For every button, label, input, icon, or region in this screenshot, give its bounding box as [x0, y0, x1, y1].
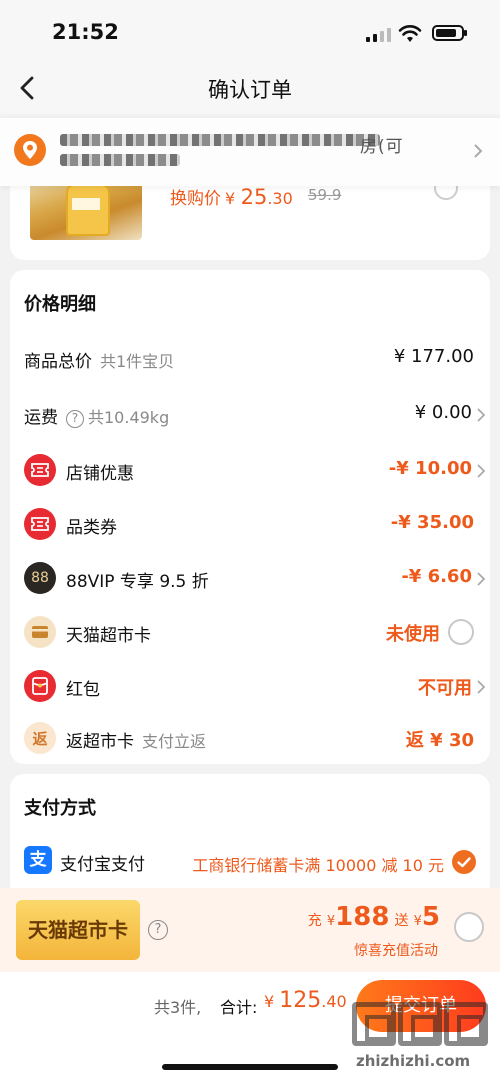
- address-redacted-line-2: [60, 154, 180, 166]
- status-time: 21:52: [52, 20, 119, 44]
- total-amount: ¥ 125.40: [264, 988, 347, 1013]
- supermarket-card-promo[interactable]: 天猫超市卡 ? 充 ¥188 送 ¥5 惊喜充值活动: [0, 888, 500, 972]
- row-label: 运费? 共10.49kg: [24, 408, 170, 428]
- row-value: ¥ 177.00: [393, 346, 474, 367]
- red-packet-icon: [24, 670, 56, 702]
- help-icon[interactable]: ?: [148, 920, 168, 940]
- row-label: 商品总价 共1件宝贝: [24, 352, 175, 372]
- chevron-right-icon: [477, 572, 486, 586]
- row-label: 品类券: [66, 518, 117, 538]
- chevron-right-icon: [477, 464, 486, 478]
- help-icon[interactable]: ?: [66, 410, 84, 428]
- recharge-caption: 惊喜充值活动: [354, 943, 438, 959]
- row-88vip[interactable]: 88 88VIP 专享 9.5 折 -¥ 6.60: [10, 558, 490, 598]
- exchange-price-integer: 25: [240, 185, 268, 209]
- address-redacted-line-1: [60, 134, 380, 146]
- row-red-packet[interactable]: 红包 不可用: [10, 666, 490, 706]
- row-label: 返超市卡 支付立返: [66, 732, 207, 752]
- row-label: 红包: [66, 680, 100, 700]
- submit-order-button[interactable]: 提交订单: [356, 980, 486, 1032]
- chevron-right-icon: [474, 144, 483, 158]
- row-label: 店铺优惠: [66, 464, 134, 484]
- supermarket-card-radio[interactable]: [448, 619, 474, 645]
- vip-88-icon: 88: [24, 562, 56, 594]
- location-pin-icon: [14, 134, 46, 166]
- item-count: 共3件,: [154, 998, 202, 1017]
- address-bar[interactable]: 房(可: [0, 118, 500, 186]
- row-value: 返 ¥ 30: [405, 730, 474, 751]
- status-bar: 21:52: [0, 0, 500, 62]
- product-image: [30, 180, 142, 240]
- recharge-offer: 充 ¥188 送 ¥5: [307, 902, 440, 932]
- gift-card-icon: [24, 616, 56, 648]
- total-label: 合计:: [220, 998, 258, 1017]
- address-text-tail: 房(可: [360, 137, 404, 157]
- cashback-icon: 返: [24, 722, 56, 754]
- watermark-url: zhizhizhi.com: [356, 1052, 471, 1070]
- exchange-price-label: 换购价: [170, 189, 221, 209]
- battery-icon: [432, 25, 467, 41]
- row-sub: 共10.49kg: [88, 408, 170, 427]
- bottom-bar: 共3件, 合计: ¥ 125.40 提交订单 zhizhizhi.com: [0, 972, 500, 1082]
- row-store-discount[interactable]: 店铺优惠 -¥ 10.00: [10, 450, 490, 490]
- cellular-signal-icon: [366, 28, 392, 42]
- price-detail-title: 价格明细: [24, 294, 96, 315]
- row-label: 天猫超市卡: [66, 626, 151, 646]
- row-value: -¥ 6.60: [401, 566, 472, 587]
- alipay-icon: 支: [24, 846, 52, 874]
- nav-bar: 确认订单: [0, 62, 500, 114]
- supermarket-card-badge: 天猫超市卡: [16, 900, 140, 960]
- original-price: 59.9: [308, 186, 342, 204]
- payment-title: 支付方式: [24, 798, 96, 819]
- row-label: 88VIP 专享 9.5 折: [66, 572, 209, 592]
- row-category-coupon[interactable]: 品类券 -¥ 35.00: [10, 504, 490, 544]
- row-cashback-card: 返 返超市卡 支付立返 返 ¥ 30: [10, 718, 490, 758]
- chevron-right-icon: [477, 408, 486, 422]
- page-title: 确认订单: [208, 78, 292, 102]
- payment-card: 支付方式 支 支付宝支付 工商银行储蓄卡满 10000 减 10 元: [10, 774, 490, 898]
- row-shipping[interactable]: 运费? 共10.49kg ¥ 0.00: [10, 394, 490, 434]
- payment-promo: 工商银行储蓄卡满 10000 减 10 元: [192, 856, 444, 875]
- exchange-price-currency: ¥: [225, 189, 236, 208]
- row-goods-total: 商品总价 共1件宝贝 ¥ 177.00: [10, 338, 490, 378]
- row-sub: 共1件宝贝: [100, 352, 175, 371]
- row-value: -¥ 10.00: [388, 458, 472, 479]
- row-supermarket-card[interactable]: 天猫超市卡 未使用: [10, 612, 490, 652]
- row-value: 不可用: [418, 678, 472, 699]
- price-detail-card: 价格明细 商品总价 共1件宝贝 ¥ 177.00 运费? 共10.49kg ¥ 0.…: [10, 270, 490, 764]
- row-sub: 支付立返: [142, 732, 207, 751]
- row-value: ¥ 0.00: [414, 402, 472, 423]
- chevron-right-icon: [477, 680, 486, 694]
- exchange-price: 换购价 ¥ 25.30: [170, 184, 293, 209]
- wifi-icon: [398, 25, 422, 42]
- coupon-icon: [24, 508, 56, 540]
- row-value: 未使用: [386, 624, 440, 645]
- recharge-select-radio[interactable]: [454, 912, 484, 942]
- home-indicator: [162, 1064, 338, 1070]
- row-value: -¥ 35.00: [390, 512, 474, 533]
- payment-selected-check-icon[interactable]: [452, 850, 476, 874]
- payment-method-label[interactable]: 支付宝支付: [60, 850, 145, 875]
- coupon-icon: [24, 454, 56, 486]
- exchange-price-decimal: .30: [267, 189, 293, 208]
